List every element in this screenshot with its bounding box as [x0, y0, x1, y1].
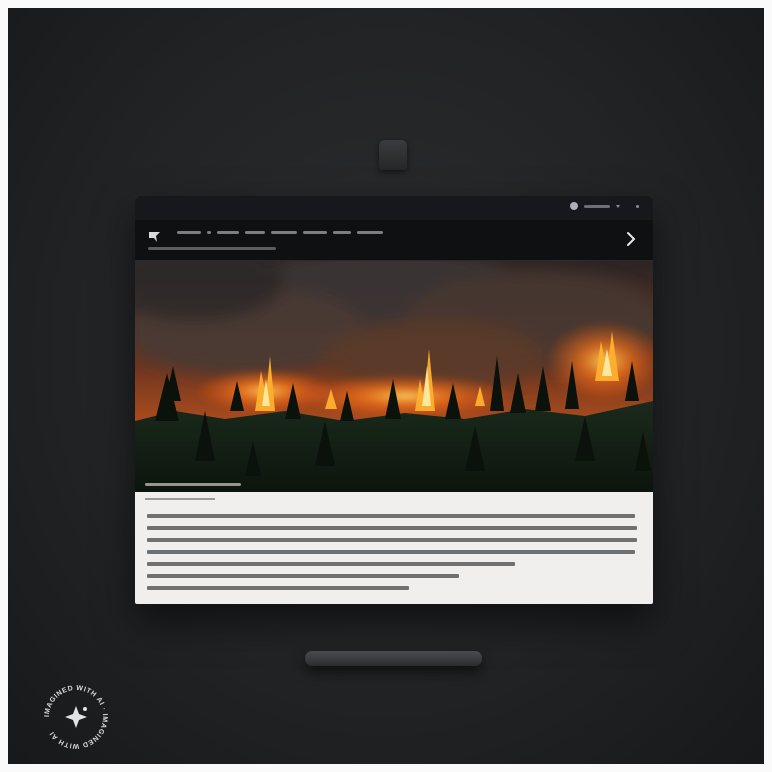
- paragraph-line: [147, 514, 635, 518]
- nav-link[interactable]: [245, 231, 265, 234]
- nav-link[interactable]: [271, 231, 297, 234]
- article-body: [135, 492, 653, 604]
- stage: IMAGINED WITH AI · IMAGINED WITH AI: [0, 0, 772, 772]
- nav-link[interactable]: [217, 231, 239, 234]
- paragraph-line: [147, 550, 635, 554]
- more-icon[interactable]: [636, 204, 639, 208]
- nav-link[interactable]: [207, 231, 211, 234]
- monitor-screen: [135, 196, 653, 604]
- title-bar: [135, 196, 653, 221]
- paragraph-line: [147, 562, 515, 566]
- chevron-down-icon: [616, 204, 620, 208]
- webcam: [379, 140, 407, 170]
- avatar: [570, 202, 578, 210]
- pin-icon: [149, 232, 160, 242]
- image-caption: [145, 483, 241, 486]
- paragraph-line: [147, 538, 637, 542]
- nav-bar: [135, 220, 653, 261]
- paragraph-line: [147, 526, 637, 530]
- nav-link[interactable]: [177, 231, 201, 234]
- nav-link[interactable]: [303, 231, 327, 234]
- nav-subline: [148, 247, 276, 250]
- nav-links: [177, 231, 383, 234]
- chevron-right-icon[interactable]: [623, 230, 639, 248]
- paragraph-line: [147, 574, 459, 578]
- monitor-stand: [305, 651, 482, 666]
- paragraph-line: [147, 586, 409, 590]
- account-label: [584, 204, 610, 208]
- article-meta: [145, 498, 215, 500]
- nav-link[interactable]: [357, 231, 383, 234]
- nav-link[interactable]: [333, 231, 351, 234]
- imagined-with-ai-badge: IMAGINED WITH AI · IMAGINED WITH AI: [44, 685, 108, 749]
- account-menu[interactable]: [570, 202, 639, 210]
- wildfire-hero-image: [135, 261, 653, 491]
